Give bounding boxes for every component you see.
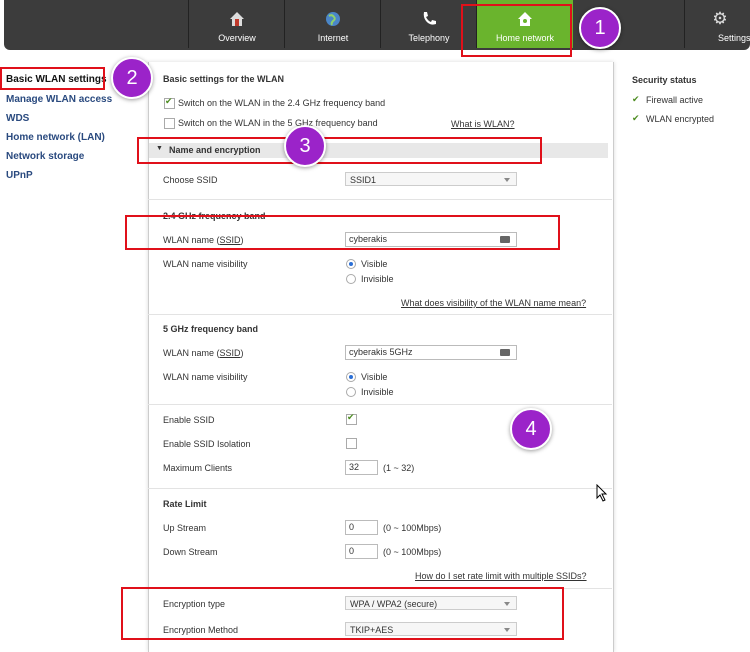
sidebar-item-upnp[interactable]: UPnP xyxy=(6,170,33,181)
down-stream-range: (0 ~ 100Mbps) xyxy=(383,547,442,557)
tab-overview[interactable]: Overview xyxy=(188,0,285,48)
sidebar-item-network-storage[interactable]: Network storage xyxy=(6,151,84,162)
chevron-down-icon xyxy=(504,178,510,182)
band5-title: 5 GHz frequency band xyxy=(163,324,259,334)
invisible-24-radio[interactable] xyxy=(346,274,356,284)
visible-5-label: Visible xyxy=(361,372,388,382)
annotation-box xyxy=(0,67,105,90)
visibility-help-link[interactable]: What does visibility of the WLAN name me… xyxy=(401,298,586,308)
step-badge: 2 xyxy=(111,57,153,99)
divider xyxy=(148,404,612,405)
up-stream-range: (0 ~ 100Mbps) xyxy=(383,523,442,533)
switch-24ghz-checkbox[interactable] xyxy=(164,96,175,109)
top-nav-bar: Overview Internet Telephony Home network… xyxy=(4,0,750,50)
security-title: Security status xyxy=(632,75,697,85)
wlan-name-5-label: WLAN name (SSID) xyxy=(163,348,244,358)
visibility-24-label: WLAN name visibility xyxy=(163,259,248,269)
annotation-box xyxy=(137,137,542,164)
visible-24-radio[interactable] xyxy=(346,259,356,269)
choose-ssid-value: SSID1 xyxy=(350,175,377,185)
sidebar-item-manage-wlan[interactable]: Manage WLAN access xyxy=(6,94,112,105)
divider xyxy=(148,488,612,489)
mouse-cursor-icon xyxy=(596,483,608,507)
annotation-box xyxy=(121,587,564,640)
divider xyxy=(148,199,612,200)
sidebar-item-wds[interactable]: WDS xyxy=(6,113,29,124)
step-badge: 1 xyxy=(579,7,621,49)
choose-ssid-label: Choose SSID xyxy=(163,175,218,185)
ssid-link[interactable]: SSID xyxy=(220,348,241,358)
up-stream-label: Up Stream xyxy=(163,523,207,533)
tab-label: Internet xyxy=(317,33,349,43)
annotation-box xyxy=(125,215,560,250)
tab-label: Overview xyxy=(218,33,256,43)
what-is-wlan-link[interactable]: What is WLAN? xyxy=(451,119,515,129)
enable-isolation-label: Enable SSID Isolation xyxy=(163,439,251,449)
keyboard-icon xyxy=(500,349,510,356)
tab-label: Settings xyxy=(718,33,750,43)
rate-limit-title: Rate Limit xyxy=(163,499,207,509)
switch-24ghz-label: Switch on the WLAN in the 2.4 GHz freque… xyxy=(178,98,386,108)
invisible-5-radio[interactable] xyxy=(346,387,356,397)
tab-settings[interactable]: ⚙ Settings xyxy=(684,0,750,48)
step-badge: 3 xyxy=(284,125,326,167)
sidebar-item-home-lan[interactable]: Home network (LAN) xyxy=(6,132,105,143)
globe-icon xyxy=(285,10,381,28)
security-item: WLAN encrypted xyxy=(646,114,715,124)
enable-isolation-checkbox[interactable] xyxy=(346,438,357,449)
visible-5-radio[interactable] xyxy=(346,372,356,382)
max-clients-range: (1 ~ 32) xyxy=(383,463,415,473)
step-badge: 4 xyxy=(510,408,552,450)
check-icon: ✔ xyxy=(632,113,640,123)
tab-internet[interactable]: Internet xyxy=(284,0,381,48)
check-icon: ✔ xyxy=(632,94,640,104)
invisible-24-label: Invisible xyxy=(361,274,394,284)
down-stream-input[interactable]: 0 xyxy=(345,544,378,559)
max-clients-label: Maximum Clients xyxy=(163,463,233,473)
invisible-5-label: Invisible xyxy=(361,387,394,397)
visibility-5-label: WLAN name visibility xyxy=(163,372,248,382)
switch-5ghz-label: Switch on the WLAN in the 5 GHz frequenc… xyxy=(178,118,378,128)
annotation-box xyxy=(461,4,572,57)
visible-24-label: Visible xyxy=(361,259,388,269)
security-item: Firewall active xyxy=(646,95,704,105)
enable-ssid-checkbox[interactable] xyxy=(346,412,357,425)
divider xyxy=(148,314,612,315)
down-stream-label: Down Stream xyxy=(163,547,218,557)
gear-icon: ⚙ xyxy=(712,9,728,28)
page-title: Basic settings for the WLAN xyxy=(163,74,285,84)
switch-5ghz-checkbox[interactable] xyxy=(164,118,175,129)
wlan-name-5-input[interactable]: cyberakis 5GHz xyxy=(345,345,517,360)
max-clients-input[interactable]: 32 xyxy=(345,460,378,475)
home-warning-icon xyxy=(189,10,285,28)
up-stream-input[interactable]: 0 xyxy=(345,520,378,535)
rate-limit-help-link[interactable]: How do I set rate limit with multiple SS… xyxy=(415,571,587,581)
enable-ssid-label: Enable SSID xyxy=(163,415,215,425)
choose-ssid-select[interactable]: SSID1 xyxy=(345,172,517,186)
